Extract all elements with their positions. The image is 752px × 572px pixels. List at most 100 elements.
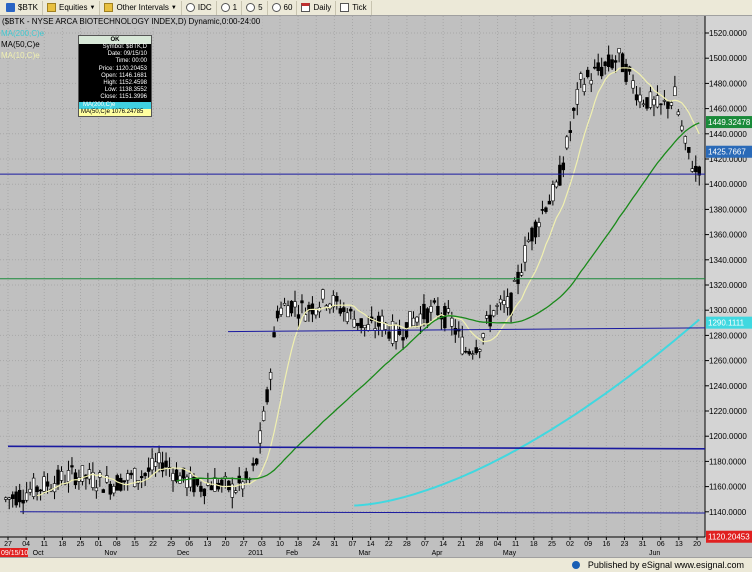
interval-button-daily[interactable]: Daily (297, 0, 337, 15)
day-label: 31 (639, 541, 647, 548)
candle-body (234, 490, 238, 493)
symbol-label: $BTK (18, 3, 39, 12)
esignal-link[interactable]: www.esignal.com (674, 560, 744, 570)
candle-body (164, 460, 168, 468)
interval-button-tick[interactable]: Tick (336, 0, 372, 15)
candle-body (512, 280, 517, 282)
day-label: 10 (276, 541, 284, 548)
day-label: 02 (566, 541, 574, 548)
candle-body (35, 486, 39, 493)
day-label: 29 (167, 541, 175, 548)
candle-body (14, 491, 18, 506)
other-intervals-menu[interactable]: Other Intervals ▼ (100, 0, 182, 15)
candle-body (589, 80, 593, 85)
candle-body (129, 472, 133, 476)
interval-button-5[interactable]: 5 (242, 0, 268, 15)
interval-button-60[interactable]: 60 (268, 0, 298, 15)
candle-body (335, 295, 339, 302)
symbol-selector[interactable]: $BTK (2, 0, 44, 15)
candle-body (464, 350, 468, 353)
candle-body (345, 312, 349, 322)
candle-body (523, 245, 527, 263)
day-label: 06 (185, 541, 193, 548)
day-label: 16 (602, 541, 610, 548)
candle-body (272, 332, 276, 338)
candle-body (415, 316, 419, 323)
candle-body (324, 305, 329, 308)
ma-legend: MA(200,C)e MA(50,C)e MA(10,C)e (1, 28, 44, 61)
candle-body (42, 476, 46, 492)
candle-body (568, 130, 573, 133)
day-label: 27 (4, 541, 12, 548)
symbol-icon (6, 3, 15, 12)
equities-label: Equities (59, 3, 88, 12)
chart-toolbar: $BTK Equities ▼ Other Intervals ▼ IDC 1 5 … (0, 0, 752, 16)
candle-body (519, 272, 524, 276)
candle-body (579, 73, 583, 80)
candle-body (349, 308, 353, 312)
candle-body (690, 168, 694, 172)
candle-body (192, 476, 196, 493)
candle-body (418, 313, 423, 327)
candle-body (289, 300, 294, 314)
esignal-logo-icon (572, 561, 580, 569)
price-label: 1140.0000 (709, 508, 747, 517)
candle-body (150, 458, 154, 471)
candle-body (495, 305, 499, 307)
day-label: 11 (41, 541, 48, 548)
candle-body (666, 101, 670, 109)
day-label: 31 (330, 541, 338, 548)
candle-body (620, 53, 625, 73)
candle-body (530, 227, 534, 242)
candle-body (422, 303, 426, 320)
candle-body (359, 318, 363, 329)
interval-button-idc[interactable]: IDC (182, 0, 217, 15)
footer-text: Published by eSignal www.esignal.com (588, 558, 744, 572)
candle-body (112, 486, 116, 494)
day-label: 01 (95, 541, 103, 548)
candle-body (237, 475, 241, 484)
candle-body (429, 306, 433, 313)
candle-body (575, 89, 579, 105)
interval-60-label: 60 (283, 3, 293, 12)
candle-body (352, 318, 356, 328)
candle-body (366, 324, 370, 332)
folder-icon (47, 3, 57, 12)
candle-body (481, 333, 485, 339)
candle-body (676, 111, 681, 115)
cursor-data-window[interactable]: OK Symbol: $BTK,D Date: 09/15/10 Time: 0… (78, 35, 152, 118)
data-window-close: Close: 1151.3996 (100, 94, 147, 101)
chart-panel[interactable]: 1520.0000 1500.0000 1480.0000 1460.0000 1440… (0, 16, 752, 572)
data-window-date: Date: 09/15/10 (107, 51, 147, 58)
candle-body (471, 353, 475, 355)
candle-body (209, 485, 214, 491)
price-label: 1320.0000 (709, 281, 747, 290)
candle-body (254, 458, 259, 465)
candle-body (265, 389, 269, 403)
candle-body (300, 300, 304, 304)
price-label: 1240.0000 (709, 382, 747, 391)
candle-body (258, 430, 262, 444)
candle-body (199, 485, 203, 492)
candle-body (446, 308, 451, 313)
candle-body (617, 48, 621, 54)
data-window-open: Open: 1146.1681 (101, 72, 147, 79)
day-label: 14 (367, 541, 375, 548)
candle-body (425, 308, 430, 325)
candle-body (478, 349, 482, 352)
price-label: 1520.0000 (709, 29, 747, 38)
month-label: 2011 (248, 550, 263, 557)
data-window-ok[interactable]: OK (79, 36, 151, 44)
candle-body (516, 271, 520, 285)
candle-body (561, 162, 566, 171)
equities-menu[interactable]: Equities ▼ (43, 0, 101, 15)
day-label: 24 (312, 541, 320, 548)
candle-body (314, 309, 318, 316)
day-label: 11 (512, 541, 519, 548)
candle-body (634, 94, 639, 101)
candle-body (498, 298, 503, 304)
candle-body (122, 480, 126, 483)
month-label: Nov (104, 550, 117, 557)
candle-body (558, 164, 562, 186)
interval-button-1[interactable]: 1 (217, 0, 243, 15)
